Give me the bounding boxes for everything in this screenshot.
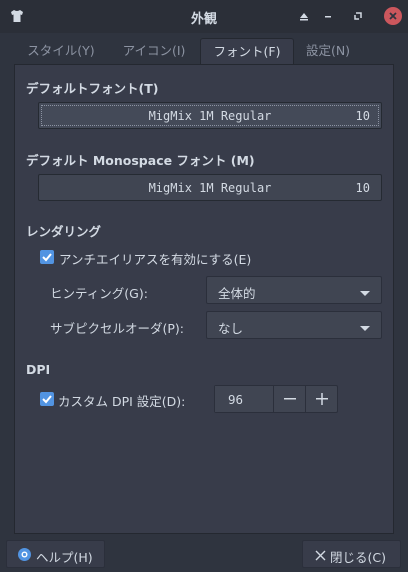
subpixel-label: サブピクセルオーダ(P): xyxy=(50,321,185,336)
default-font-size: 10 xyxy=(355,109,370,123)
chevron-down-icon xyxy=(359,287,371,301)
close-icon xyxy=(384,12,402,28)
tab-bar: スタイル(Y) アイコン(I) フォント(F) 設定(N) xyxy=(14,38,394,65)
hinting-combo[interactable]: 全体的 xyxy=(206,276,382,304)
hinting-label: ヒンティング(G): xyxy=(50,286,148,301)
tab-style[interactable]: スタイル(Y) xyxy=(14,38,108,64)
antialias-checkbox[interactable] xyxy=(40,250,54,264)
close-icon xyxy=(315,549,326,564)
help-icon xyxy=(17,547,32,565)
monospace-font-button[interactable]: MigMix 1M Regular 10 xyxy=(38,174,382,201)
monospace-font-title: デフォルト Monospace フォント (M) xyxy=(26,153,255,168)
monospace-font-name: MigMix 1M Regular xyxy=(148,181,272,195)
monospace-font-size: 10 xyxy=(355,181,370,195)
close-window-button[interactable] xyxy=(384,7,402,25)
dpi-increment-button[interactable] xyxy=(305,386,337,412)
tab-icons[interactable]: アイコン(I) xyxy=(108,38,200,64)
dpi-spinbutton: 96 xyxy=(214,385,338,413)
help-button[interactable]: ヘルプ(H) xyxy=(6,540,105,568)
tab-settings[interactable]: 設定(N) xyxy=(294,38,362,64)
checkmark-icon xyxy=(40,250,54,264)
minimize-button[interactable] xyxy=(318,7,338,25)
default-font-name: MigMix 1M Regular xyxy=(148,109,272,123)
default-font-button[interactable]: MigMix 1M Regular 10 xyxy=(38,102,382,129)
maximize-icon xyxy=(348,7,368,25)
help-label: ヘルプ(H) xyxy=(36,550,93,565)
antialias-label[interactable]: アンチエイリアスを有効にする(E) xyxy=(59,249,251,268)
chevron-down-icon xyxy=(359,322,371,336)
close-button[interactable]: 閉じる(C) xyxy=(302,540,401,568)
maximize-button[interactable] xyxy=(348,7,368,25)
shade-icon xyxy=(294,7,314,25)
close-label: 閉じる(C) xyxy=(330,550,386,565)
subpixel-value: なし xyxy=(218,321,244,336)
dpi-value[interactable]: 96 xyxy=(215,386,273,412)
hinting-value: 全体的 xyxy=(218,286,256,301)
dpi-title: DPI xyxy=(26,362,51,377)
rendering-title: レンダリング xyxy=(26,224,102,239)
dpi-decrement-button[interactable] xyxy=(273,386,305,412)
custom-dpi-label[interactable]: カスタム DPI 設定(D): xyxy=(58,391,185,410)
title-bar[interactable]: 外観 xyxy=(0,0,408,33)
subpixel-combo[interactable]: なし xyxy=(206,311,382,339)
window-title: 外観 xyxy=(190,12,217,27)
custom-dpi-checkbox[interactable] xyxy=(40,392,54,406)
shade-button[interactable] xyxy=(294,7,314,25)
tab-fonts[interactable]: フォント(F) xyxy=(200,38,294,65)
checkmark-icon xyxy=(40,392,54,406)
default-font-title: デフォルトフォント(T) xyxy=(26,81,159,96)
minimize-icon xyxy=(318,7,338,25)
